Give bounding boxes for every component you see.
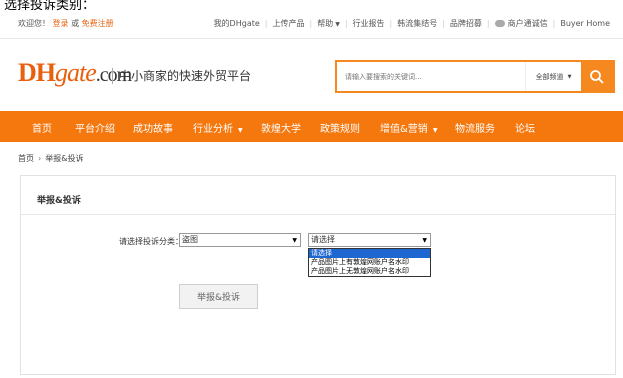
- dropdown-option[interactable]: 产品图片上有敦煌网账户名水印: [309, 258, 430, 267]
- nav-item-label: 增值&营销: [380, 124, 428, 135]
- nav-item-university[interactable]: 敦煌大学: [261, 120, 301, 135]
- header-divider: [0, 38, 623, 39]
- subcategory-select[interactable]: 请选择 ▼: [308, 233, 431, 247]
- nav-item-logistics[interactable]: 物流服务: [455, 120, 495, 135]
- login-link[interactable]: 登录: [53, 19, 69, 28]
- qq-icon: [494, 20, 505, 27]
- search-scope-label: 全部频道: [535, 72, 564, 81]
- breadcrumb-home[interactable]: 首页: [18, 154, 34, 163]
- top-bar: 欢迎您！ 登录 或 免费注册 我的DHgate | 上传产品 | 帮助 ▼ | 行…: [0, 14, 623, 34]
- register-link[interactable]: 免费注册: [82, 19, 114, 28]
- category-label: 请选择投诉分类：: [119, 237, 183, 246]
- logo-gate: gate: [55, 58, 97, 87]
- top-link-help[interactable]: 帮助 ▼: [312, 18, 345, 29]
- top-link-brand[interactable]: 品牌招募: [445, 18, 487, 29]
- top-link-merchant[interactable]: 商户通诚信: [490, 18, 553, 29]
- submit-report-button[interactable]: 举报&投诉: [179, 284, 258, 309]
- nav-item-home[interactable]: 首页: [32, 120, 52, 135]
- dropdown-option[interactable]: 产品图片上无敦煌网账户名水印: [309, 267, 430, 276]
- panel-divider: [21, 214, 615, 215]
- top-link-label: 品牌招募: [449, 19, 482, 28]
- subcategory-dropdown-list: 请选择 产品图片上有敦煌网账户名水印 产品图片上无敦煌网账户名水印: [308, 248, 431, 277]
- top-link-label: 行业报告: [352, 19, 385, 28]
- category-select-value: 盗图: [182, 235, 198, 244]
- nav-item-policy[interactable]: 政策规则: [320, 120, 360, 135]
- search-scope-dropdown[interactable]: 全部频道 ▼: [525, 62, 581, 91]
- nav-item-success[interactable]: 成功故事: [133, 120, 173, 135]
- top-link-label: 韩流集结号: [397, 19, 438, 28]
- search-box: 全部频道▼: [335, 60, 615, 93]
- page-heading: 选择投诉类别：: [4, 0, 96, 13]
- top-link-industry-report[interactable]: 行业报告: [348, 18, 390, 29]
- tagline: 中小商家的快速外贸平台: [112, 68, 251, 84]
- top-link-buyer-home[interactable]: Buyer Home: [555, 19, 615, 28]
- breadcrumb-current: 举报&投诉: [45, 154, 84, 163]
- nav-item-label: 论坛: [515, 124, 535, 135]
- search-icon: [590, 69, 604, 84]
- nav-item-label: 首页: [32, 124, 52, 135]
- main-nav: 首页 平台介绍 成功故事 行业分析 ▼ 敦煌大学 政策规则 增值&营销 ▼ 物流服务…: [0, 111, 623, 142]
- nav-item-forum[interactable]: 论坛: [515, 120, 535, 135]
- top-link-label: 帮助: [317, 19, 334, 28]
- chevron-down-icon: ▼: [432, 127, 438, 134]
- search-input[interactable]: [337, 62, 525, 91]
- nav-item-platform[interactable]: 平台介绍: [75, 120, 115, 135]
- nav-item-label: 物流服务: [455, 124, 495, 135]
- chevron-down-icon: ▼: [422, 237, 427, 244]
- subcategory-select-value: 请选择: [311, 235, 335, 244]
- search-button[interactable]: [581, 62, 613, 91]
- top-link-label: 上传产品: [272, 19, 305, 28]
- or-text: 或: [71, 19, 80, 28]
- top-link-my-dhgate[interactable]: 我的DHgate: [209, 18, 265, 29]
- nav-item-label: 成功故事: [133, 124, 173, 135]
- top-link-korean[interactable]: 韩流集结号: [392, 18, 442, 29]
- dropdown-option[interactable]: 请选择: [309, 249, 430, 258]
- nav-item-industry[interactable]: 行业分析 ▼: [193, 120, 243, 135]
- chevron-right-icon: ›: [38, 154, 42, 163]
- nav-item-label: 政策规则: [320, 124, 360, 135]
- top-links: 我的DHgate | 上传产品 | 帮助 ▼ | 行业报告 | 韩流集结号 | 品…: [209, 18, 615, 29]
- chevron-down-icon: ▼: [335, 21, 340, 28]
- report-panel: 举报&投诉 请选择投诉分类： 盗图 ▼ 请选择 ▼ 请选择 产品图片上有敦煌网账户名…: [20, 175, 616, 375]
- top-link-label: Buyer Home: [560, 19, 610, 28]
- welcome-text: 欢迎您！: [18, 19, 50, 28]
- top-link-label: 我的DHgate: [213, 19, 260, 28]
- category-select[interactable]: 盗图 ▼: [179, 233, 301, 247]
- chevron-down-icon: ▼: [238, 127, 243, 134]
- panel-title: 举报&投诉: [37, 196, 81, 206]
- top-link-label: 商户通诚信: [507, 19, 548, 28]
- welcome-area: 欢迎您！ 登录 或 免费注册: [18, 18, 114, 29]
- breadcrumb: 首页 › 举报&投诉: [18, 153, 83, 164]
- nav-item-label: 敦煌大学: [261, 124, 301, 135]
- chevron-down-icon: ▼: [567, 73, 572, 80]
- nav-item-label: 平台介绍: [75, 124, 115, 135]
- chevron-down-icon: ▼: [292, 237, 297, 244]
- nav-item-label: 行业分析: [193, 124, 233, 135]
- nav-item-marketing[interactable]: 增值&营销 ▼: [380, 120, 437, 135]
- top-link-upload[interactable]: 上传产品: [267, 18, 309, 29]
- logo-dh: DH: [18, 58, 56, 87]
